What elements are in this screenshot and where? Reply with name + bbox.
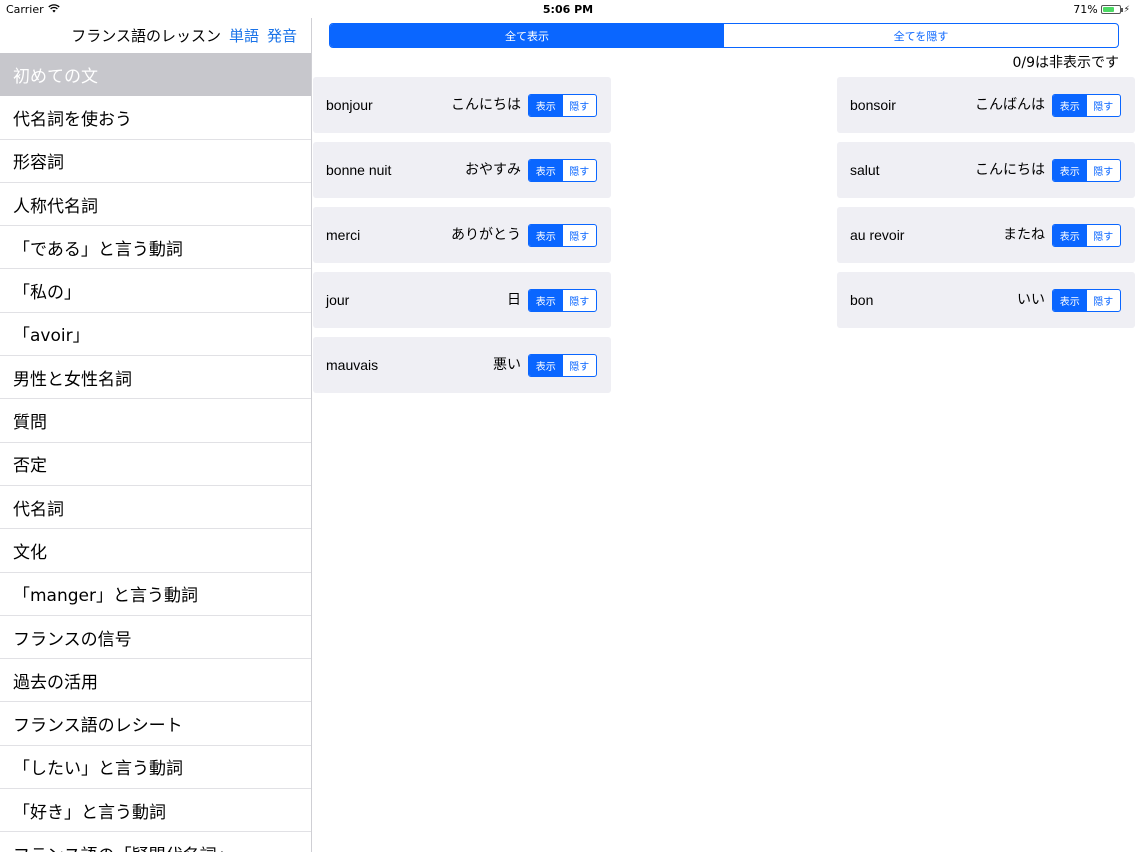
visibility-segmented-control: 全て表示 全てを隠す <box>329 23 1119 48</box>
japanese-meaning: おやすみ <box>465 162 521 178</box>
word-card: au revoir またね 表示 隠す <box>837 207 1135 263</box>
french-word: jour <box>326 292 350 308</box>
french-word: bonne nuit <box>326 162 392 178</box>
japanese-meaning: 悪い <box>493 357 521 373</box>
lesson-item[interactable]: 代名詞を使おう <box>0 96 311 140</box>
french-word: bon <box>850 292 874 308</box>
japanese-meaning: 日 <box>507 292 521 308</box>
french-word: bonjour <box>326 97 373 113</box>
french-word: au revoir <box>850 227 905 243</box>
show-hide-toggle: 表示 隠す <box>528 289 597 312</box>
main-content: 全て表示 全てを隠す 0/9は非表示です bonjour こんにちは 表示 隠す… <box>313 18 1136 852</box>
hide-button[interactable]: 隠す <box>1087 225 1121 246</box>
japanese-meaning: またね <box>1003 227 1045 243</box>
show-button[interactable]: 表示 <box>529 225 563 246</box>
lesson-item[interactable]: 形容詞 <box>0 140 311 183</box>
hidden-count-label: 0/9は非表示です <box>1012 55 1119 71</box>
lesson-sidebar: フランス語のレッスン 単語 発音 初めての文 代名詞を使おう 形容詞 人称代名詞… <box>0 18 312 852</box>
pronunciation-link[interactable]: 発音 <box>267 25 297 46</box>
lesson-item[interactable]: 文化 <box>0 529 311 573</box>
lesson-item[interactable]: フランス語のレシート <box>0 702 311 746</box>
lesson-item[interactable]: フランスの信号 <box>0 616 311 660</box>
japanese-meaning: ありがとう <box>451 227 521 243</box>
word-card: bon いい 表示 隠す <box>837 272 1135 328</box>
hide-button[interactable]: 隠す <box>563 95 597 116</box>
show-button[interactable]: 表示 <box>1053 160 1087 181</box>
word-card: bonne nuit おやすみ 表示 隠す <box>313 142 611 198</box>
battery-icon <box>1100 5 1123 14</box>
lesson-list: 初めての文 代名詞を使おう 形容詞 人称代名詞 「である」と言う動詞 「私の」 … <box>0 53 311 852</box>
lesson-item[interactable]: 「manger」と言う動詞 <box>0 573 311 616</box>
status-bar: Carrier 5:06 PM 71% ⚡ <box>0 0 1136 18</box>
word-card: bonjour こんにちは 表示 隠す <box>313 77 611 133</box>
lesson-item[interactable]: 人称代名詞 <box>0 183 311 227</box>
word-card: jour 日 表示 隠す <box>313 272 611 328</box>
lesson-item[interactable]: 「私の」 <box>0 269 311 313</box>
word-card: bonsoir こんばんは 表示 隠す <box>837 77 1135 133</box>
show-hide-toggle: 表示 隠す <box>1052 159 1121 182</box>
lesson-item[interactable]: 「したい」と言う動詞 <box>0 746 311 790</box>
lesson-item[interactable]: 質問 <box>0 399 311 443</box>
sidebar-header: フランス語のレッスン 単語 発音 <box>0 18 311 53</box>
word-card: mauvais 悪い 表示 隠す <box>313 337 611 393</box>
battery-percent: 71% <box>1073 3 1098 16</box>
show-button[interactable]: 表示 <box>1053 95 1087 116</box>
hide-button[interactable]: 隠す <box>563 225 597 246</box>
hide-button[interactable]: 隠す <box>1087 95 1121 116</box>
show-hide-toggle: 表示 隠す <box>528 224 597 247</box>
lesson-item[interactable]: 「である」と言う動詞 <box>0 226 311 270</box>
lesson-item[interactable]: 男性と女性名詞 <box>0 356 311 400</box>
french-word: mauvais <box>326 357 379 373</box>
status-time: 5:06 PM <box>542 3 594 16</box>
japanese-meaning: こんばんは <box>975 97 1045 113</box>
show-hide-toggle: 表示 隠す <box>528 159 597 182</box>
vocabulary-link[interactable]: 単語 <box>229 25 259 46</box>
sidebar-title: フランス語のレッスン <box>71 27 221 45</box>
show-button[interactable]: 表示 <box>529 290 563 311</box>
show-hide-toggle: 表示 隠す <box>1052 224 1121 247</box>
show-button[interactable]: 表示 <box>529 160 563 181</box>
french-word: bonsoir <box>850 97 896 113</box>
show-hide-toggle: 表示 隠す <box>528 94 597 117</box>
hide-button[interactable]: 隠す <box>1087 160 1121 181</box>
hide-button[interactable]: 隠す <box>563 290 597 311</box>
lesson-item[interactable]: フランス語の「疑問代名詞」 <box>0 832 311 852</box>
lesson-item[interactable]: 「好き」と言う動詞 <box>0 789 311 833</box>
word-card: salut こんにちは 表示 隠す <box>837 142 1135 198</box>
hide-button[interactable]: 隠す <box>1087 290 1121 311</box>
lesson-item[interactable]: 否定 <box>0 443 311 486</box>
japanese-meaning: こんにちは <box>975 162 1045 178</box>
show-hide-toggle: 表示 隠す <box>1052 289 1121 312</box>
word-card: merci ありがとう 表示 隠す <box>313 207 611 263</box>
show-hide-toggle: 表示 隠す <box>1052 94 1121 117</box>
hide-button[interactable]: 隠す <box>563 355 597 376</box>
japanese-meaning: いい <box>1017 292 1045 308</box>
show-button[interactable]: 表示 <box>1053 225 1087 246</box>
hide-button[interactable]: 隠す <box>563 160 597 181</box>
hide-all-segment[interactable]: 全てを隠す <box>724 24 1118 47</box>
lesson-item[interactable]: 初めての文 <box>0 53 311 97</box>
french-word: salut <box>850 162 880 178</box>
charging-icon: ⚡ <box>1123 4 1130 15</box>
show-button[interactable]: 表示 <box>529 95 563 116</box>
japanese-meaning: こんにちは <box>451 97 521 113</box>
show-hide-toggle: 表示 隠す <box>528 354 597 377</box>
show-button[interactable]: 表示 <box>529 355 563 376</box>
lesson-item[interactable]: 代名詞 <box>0 486 311 530</box>
french-word: merci <box>326 227 361 243</box>
lesson-item[interactable]: 「avoir」 <box>0 313 311 357</box>
show-button[interactable]: 表示 <box>1053 290 1087 311</box>
show-all-segment[interactable]: 全て表示 <box>330 24 724 47</box>
lesson-item[interactable]: 過去の活用 <box>0 659 311 703</box>
status-right: 71% ⚡ <box>1073 3 1130 16</box>
